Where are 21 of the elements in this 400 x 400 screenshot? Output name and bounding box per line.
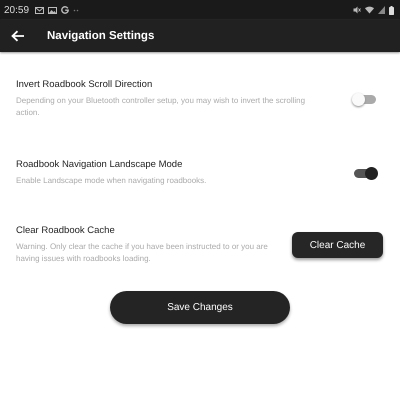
image-icon [48,6,58,14]
setting-description: Enable Landscape mode when navigating roadbooks. [16,175,208,187]
setting-description: Warning. Only clear the cache if you have been instructed to or you are having issues with roadbooks loading. [16,241,269,265]
status-time: 20:59 [4,4,30,16]
setting-description: Depending on your Bluetooth controller setup, you may wish to invert the scrolling action. [16,95,306,119]
toggle-switch[interactable] [354,168,376,178]
setting-title: Clear Roadbook Cache [16,225,116,236]
toggle-switch[interactable] [354,94,376,104]
back-arrow-icon[interactable] [11,30,25,42]
more-icon [73,8,80,12]
mute-icon [353,6,361,14]
screen-title: Navigation Settings [47,30,154,42]
save-changes-button[interactable]: Save Changes [110,291,290,324]
wifi-icon [365,6,374,14]
mail-icon [35,6,44,14]
setting-title: Roadbook Navigation Landscape Mode [16,159,184,170]
signal-icon [378,6,385,14]
setting-title: Invert Roadbook Scroll Direction [16,79,154,90]
g-logo-icon [61,6,70,14]
battery-icon [389,6,394,14]
clear-cache-button[interactable]: Clear Cache [292,232,383,258]
